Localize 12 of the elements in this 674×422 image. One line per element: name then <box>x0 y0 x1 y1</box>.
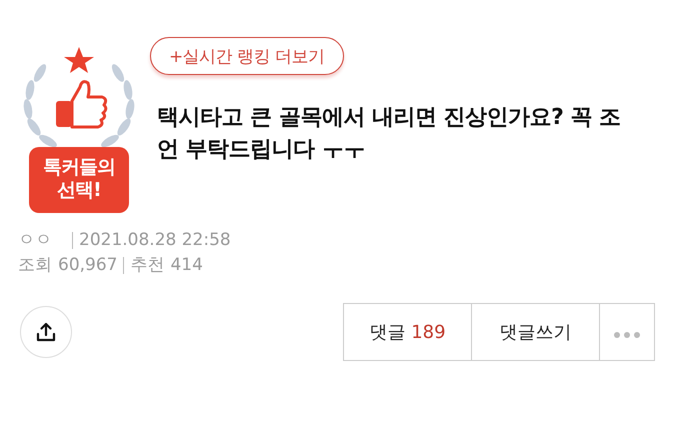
likes-count: 414 <box>170 254 203 277</box>
views-label: 조회 <box>18 254 52 277</box>
views-count: 60,967 <box>58 254 118 277</box>
post-date: 2021.08.28 22:58 <box>79 229 231 252</box>
share-icon <box>36 322 56 342</box>
more-icon <box>614 332 640 338</box>
ranking-button[interactable]: +실시간 랭킹 더보기 <box>150 37 344 75</box>
award-label: 톡커들의 선택! <box>29 147 129 213</box>
share-button[interactable] <box>20 306 72 358</box>
likes-label: 추천 <box>130 254 164 277</box>
post-title: 택시타고 큰 골목에서 내리면 진상인가요? 꼭 조언 부탁드립니다 ㅜㅜ <box>157 104 622 164</box>
author-name: ㅇㅇ <box>18 229 52 252</box>
